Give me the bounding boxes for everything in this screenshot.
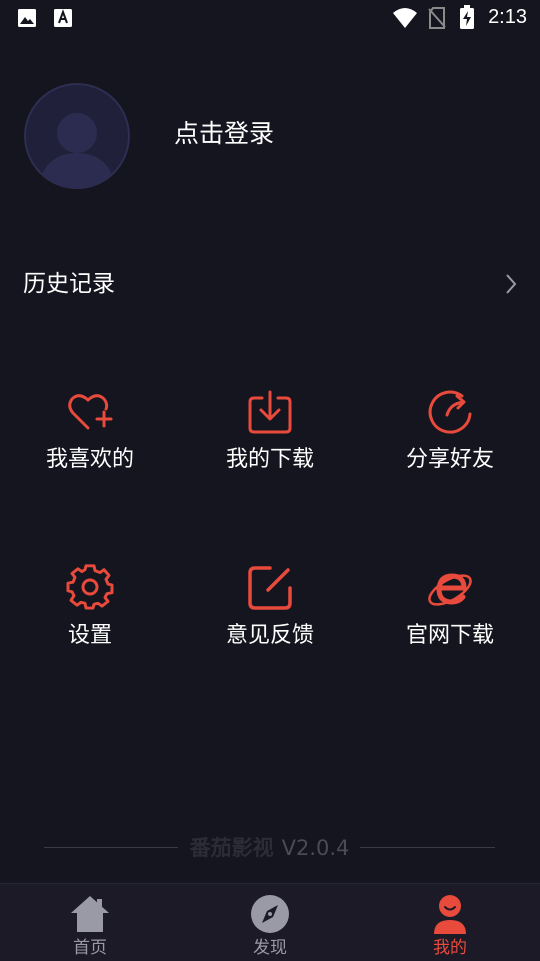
image-icon [18,9,36,27]
menu-item-label: 我喜欢的 [45,447,134,472]
bottom-nav: 首页 发现 我的 [0,883,540,961]
menu-item-official-site[interactable]: 官网下载 [360,564,540,684]
avatar-placeholder-icon [24,83,130,189]
nav-item-home[interactable]: 首页 [0,884,180,961]
menu-item-label: 我的下载 [225,447,314,472]
history-row[interactable]: 历史记录 [0,255,540,315]
menu-item-label: 官网下载 [405,623,494,648]
menu-item-label: 设置 [67,623,112,648]
history-label: 历史记录 [23,271,115,297]
nav-label: 发现 [253,938,287,958]
status-bar: 2:13 [0,0,540,36]
status-time: 2:13 [488,6,527,28]
no-sim-icon [428,7,446,29]
home-icon [71,896,109,932]
wifi-icon [393,8,417,28]
download-icon [248,390,292,434]
feedback-edit-icon [248,566,292,610]
menu-item-label: 分享好友 [405,447,494,472]
version-footer: 番茄影视 V2.0.4 [44,833,495,863]
user-icon [434,895,466,934]
nav-item-discover[interactable]: 发现 [180,884,360,961]
gear-icon [66,564,114,610]
menu-item-favorites[interactable]: 我喜欢的 [0,388,180,508]
profile-section[interactable]: 点击登录 [24,83,516,189]
menu-item-share[interactable]: 分享好友 [360,388,540,508]
nav-label: 我的 [433,938,467,958]
text-a-icon [54,9,72,27]
nav-item-mine[interactable]: 我的 [360,884,540,961]
nav-label: 首页 [73,938,107,958]
heart-plus-icon [68,394,113,430]
share-icon [428,390,472,434]
menu-item-feedback[interactable]: 意见反馈 [180,564,360,684]
menu-item-label: 意见反馈 [225,623,314,648]
avatar[interactable] [24,83,130,189]
compass-icon [251,895,289,933]
menu-item-settings[interactable]: 设置 [0,564,180,684]
menu-item-downloads[interactable]: 我的下载 [180,388,360,508]
brand-name: 番茄影视 [189,836,274,860]
browser-e-icon [428,573,472,606]
chevron-right-icon [506,274,517,294]
version-number: V2.0.4 [281,836,350,860]
login-link[interactable]: 点击登录 [174,119,274,149]
version-text: 番茄影视 V2.0.4 [44,835,495,861]
battery-charging-icon [460,5,474,29]
